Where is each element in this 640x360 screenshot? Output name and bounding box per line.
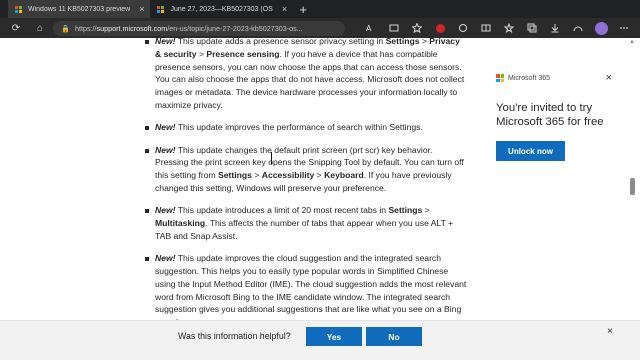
new-tab-button[interactable]: + [293, 0, 313, 18]
list-item: New! This update improves the performanc… [128, 121, 468, 134]
feedback-question: Was this information helpful? [178, 331, 291, 341]
setting-path: Keyboard [324, 170, 364, 181]
microsoft-logo-icon [496, 74, 504, 82]
promo-text: You're invited to try Microsoft 365 for … [496, 102, 604, 128]
unlock-now-button[interactable]: Unlock now [496, 141, 565, 161]
address-bar[interactable]: 🔒 https://support.microsoft.com/en-us/to… [53, 20, 345, 36]
read-aloud-icon[interactable]: A [360, 19, 382, 37]
text-cursor-icon [271, 152, 276, 164]
extension-badge-icon[interactable] [429, 19, 451, 37]
split-screen-icon[interactable] [475, 19, 497, 37]
scrollbar-thumb[interactable] [630, 178, 635, 195]
sync-icon[interactable] [452, 19, 474, 37]
microsoft365-promo: Microsoft 365 × You're invited to try Mi… [496, 72, 612, 161]
promo-close-icon[interactable]: × [606, 72, 612, 84]
profile-avatar [594, 21, 608, 35]
svg-text:A: A [366, 24, 372, 33]
favorite-star-icon[interactable] [406, 19, 428, 37]
home-icon[interactable]: ⌂ [29, 19, 51, 37]
favorites-icon[interactable] [498, 19, 520, 37]
lock-icon: 🔒 [61, 23, 70, 33]
performance-icon[interactable] [567, 19, 589, 37]
list-item: New! This update changes the default pri… [128, 144, 468, 195]
new-label: New! [155, 38, 176, 46]
tab-windows11-preview[interactable]: Windows 11 KB5027303 preview × [8, 0, 151, 18]
feedback-yes-button[interactable]: Yes [306, 327, 362, 346]
close-tab-icon[interactable]: × [139, 4, 144, 14]
extension-badge [435, 23, 445, 33]
setting-path: Settings [385, 38, 420, 46]
downloads-icon[interactable] [544, 19, 566, 37]
feedback-close-icon[interactable]: × [607, 326, 613, 337]
new-label: New! [155, 122, 176, 133]
tab-title: Windows 11 KB5027303 preview [28, 5, 131, 13]
feedback-bar: Was this information helpful? Yes No × [0, 320, 640, 360]
list-item: New! This update introduces a limit of 2… [128, 204, 468, 242]
url-text: https://support.microsoft.com/en-us/topi… [75, 24, 303, 33]
promo-header: Microsoft 365 [496, 74, 612, 82]
tab-title: June 27, 2023—KB5027303 (OS [170, 5, 273, 13]
promo-brand: Microsoft 365 [508, 74, 551, 82]
copilot-icon[interactable] [590, 19, 612, 37]
release-notes-list: New! This update adds a presence sensor … [128, 38, 468, 338]
setting-path: Multitasking [155, 218, 206, 229]
browser-toolbar: ⟳ ⌂ 🔒 https://support.microsoft.com/en-u… [0, 18, 640, 38]
page-scrollbar[interactable]: ▲ [629, 38, 635, 320]
list-item: New! This update improves the cloud sugg… [128, 252, 468, 329]
page-viewport: New! This update adds a presence sensor … [0, 38, 640, 360]
app-available-icon[interactable] [383, 19, 405, 37]
item-text: This update improves the cloud suggestio… [155, 253, 467, 327]
setting-path: Settings [388, 205, 423, 216]
toolbar-actions: A [360, 19, 635, 37]
setting-path: Accessibility [261, 170, 315, 181]
setting-path: Settings [218, 170, 252, 181]
path-separator: > [422, 205, 430, 216]
item-text: This update introduces a limit of 20 mos… [175, 205, 389, 216]
feedback-no-button[interactable]: No [366, 327, 422, 346]
new-label: New! [155, 144, 176, 155]
path-separator: > [314, 170, 325, 181]
path-separator: > [419, 38, 430, 46]
tab-kb5027303[interactable]: June 27, 2023—KB5027303 (OS × [150, 0, 293, 18]
path-separator: > [251, 170, 262, 181]
url-path: /en-us/topic/june-27-2023-kb5027303-os..… [167, 23, 303, 33]
collections-icon[interactable] [521, 19, 543, 37]
more-menu-icon[interactable] [613, 19, 635, 37]
tab-bar: Windows 11 KB5027303 preview × June 27, … [0, 0, 640, 18]
path-separator: > [196, 48, 207, 59]
microsoft-favicon-icon [14, 5, 23, 14]
scroll-up-icon[interactable]: ▲ [629, 39, 635, 45]
tab-bar-spacer [0, 0, 8, 18]
refresh-icon[interactable]: ⟳ [5, 19, 27, 37]
close-tab-icon[interactable]: × [282, 4, 287, 14]
url-scheme: https:// [74, 23, 97, 33]
url-host: support.microsoft.com [96, 23, 168, 33]
list-item: New! This update adds a presence sensor … [128, 38, 468, 112]
new-label: New! [155, 253, 176, 264]
new-label: New! [155, 205, 176, 216]
microsoft-favicon-icon [156, 5, 165, 14]
item-text: This update adds a presence sensor priva… [175, 38, 386, 46]
setting-path: Presence sensing [206, 48, 280, 59]
item-text: This update improves the performance of … [175, 122, 423, 133]
